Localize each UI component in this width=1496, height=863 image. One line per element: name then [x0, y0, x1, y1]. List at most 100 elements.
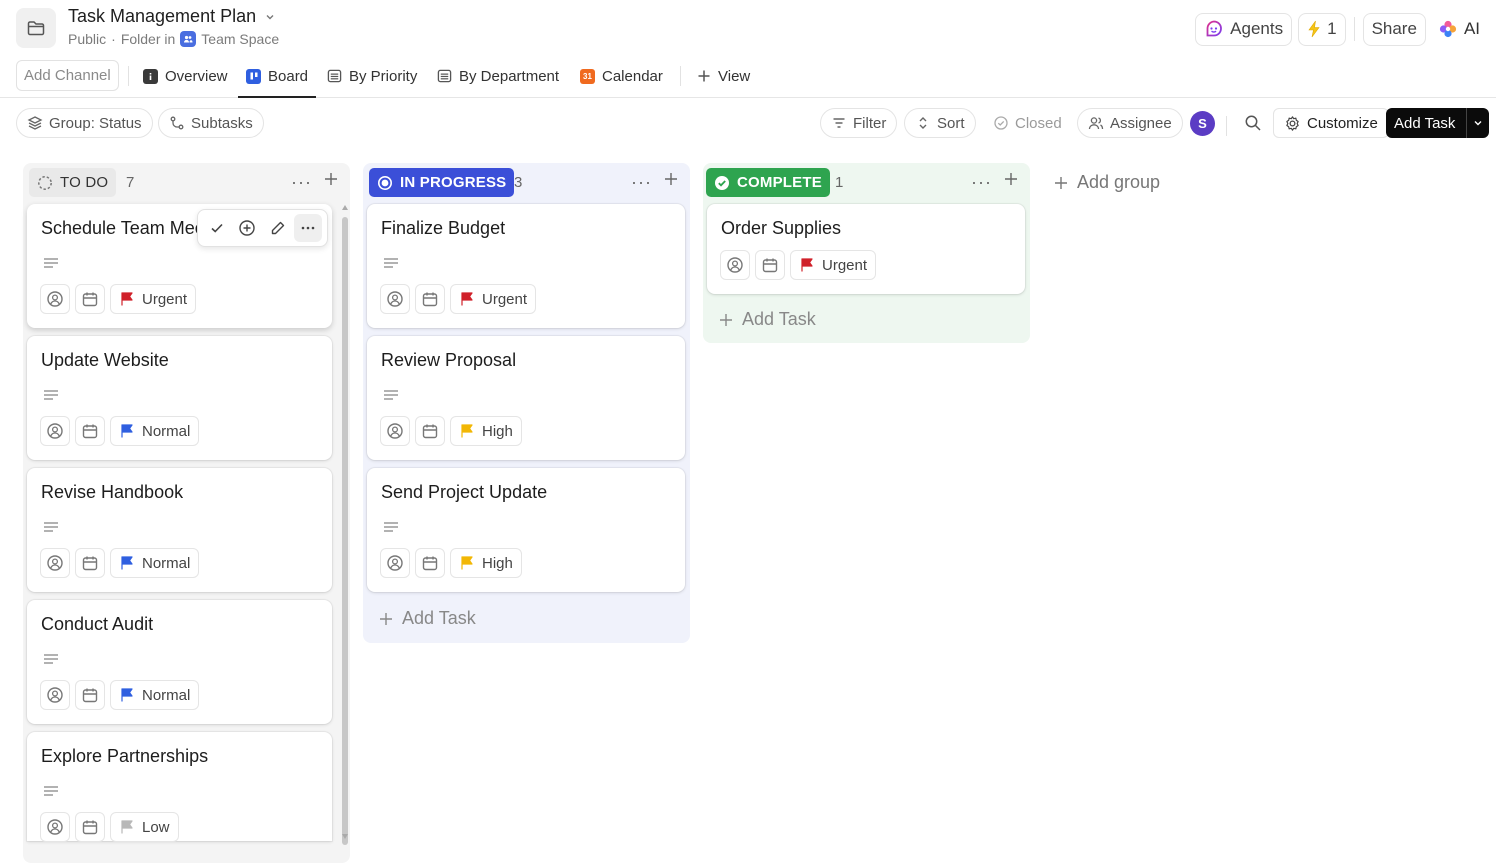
plus-icon[interactable] — [323, 171, 339, 187]
plus-icon[interactable] — [1003, 171, 1019, 187]
task-title[interactable]: Send Project Update — [381, 482, 547, 503]
task-card[interactable]: Explore Partnerships Low — [27, 732, 332, 842]
priority-badge[interactable]: Low — [110, 812, 179, 842]
priority-label: High — [482, 422, 513, 440]
ai-sparkle-icon — [1439, 20, 1457, 38]
priority-badge[interactable]: Normal — [110, 548, 200, 578]
lightning-count: 1 — [1327, 19, 1337, 38]
task-title[interactable]: Order Supplies — [721, 218, 841, 239]
team-space-icon — [180, 31, 197, 47]
plus-icon[interactable] — [663, 171, 679, 187]
task-card[interactable]: Send Project Update High — [367, 468, 685, 592]
assignee-icon[interactable] — [380, 284, 410, 314]
share-button[interactable]: Share — [1362, 12, 1426, 46]
priority-label: Normal — [142, 554, 191, 572]
folder-icon[interactable] — [16, 8, 56, 48]
task-title[interactable]: Schedule Team Meeting — [41, 218, 211, 239]
filter-button[interactable]: Filter — [820, 108, 898, 138]
task-card[interactable]: Update Website Normal — [27, 336, 332, 460]
task-title[interactable]: Conduct Audit — [41, 614, 153, 635]
tab-by-department[interactable]: By Department — [437, 58, 559, 94]
assignee-icon[interactable] — [40, 812, 70, 842]
more-icon[interactable]: ··· — [631, 172, 652, 193]
task-card[interactable]: Conduct Audit Normal — [27, 600, 332, 724]
subtasks-button[interactable]: Subtasks — [158, 108, 264, 138]
assignee-icon[interactable] — [40, 416, 70, 446]
check-icon[interactable] — [203, 214, 231, 242]
due-date-icon[interactable] — [75, 548, 105, 578]
status-badge[interactable]: COMPLETE — [706, 168, 830, 197]
task-card[interactable]: Order Supplies Urgent — [707, 204, 1025, 294]
scrollbar-thumb[interactable] — [342, 217, 348, 845]
due-date-icon[interactable] — [415, 416, 445, 446]
add-task-dropdown[interactable] — [1466, 108, 1489, 138]
page-title[interactable]: Task Management Plan — [68, 6, 276, 27]
tab-overview[interactable]: Overview — [143, 58, 228, 94]
task-title[interactable]: Revise Handbook — [41, 482, 183, 503]
task-card[interactable]: Revise Handbook Normal — [27, 468, 332, 592]
column-scrollbar[interactable] — [341, 205, 349, 845]
tab-by-priority[interactable]: By Priority — [327, 58, 417, 94]
more-icon[interactable] — [293, 214, 322, 242]
tab-board[interactable]: Board — [237, 58, 317, 98]
flag-icon — [121, 556, 133, 570]
tab-calendar[interactable]: 31 Calendar — [580, 58, 663, 94]
card-actions: High — [380, 548, 522, 578]
task-title[interactable]: Update Website — [41, 350, 169, 371]
task-title[interactable]: Finalize Budget — [381, 218, 505, 239]
priority-badge[interactable]: High — [450, 416, 522, 446]
due-date-icon[interactable] — [75, 680, 105, 710]
priority-badge[interactable]: Normal — [110, 680, 200, 710]
add-task-complete[interactable]: Add Task — [718, 309, 816, 330]
add-subtask-icon[interactable] — [233, 214, 261, 242]
priority-badge[interactable]: High — [450, 548, 522, 578]
assignee-icon[interactable] — [40, 680, 70, 710]
assignee-icon[interactable] — [380, 416, 410, 446]
customize-button[interactable]: Customize — [1273, 108, 1389, 138]
pencil-icon[interactable] — [264, 214, 292, 242]
space-link[interactable]: Team Space — [201, 31, 279, 47]
column-header: IN PROGRESS 3 ··· — [363, 163, 690, 203]
in-progress-icon — [378, 175, 392, 190]
ai-button[interactable]: AI — [1432, 19, 1486, 39]
task-title[interactable]: Review Proposal — [381, 350, 516, 371]
automations-button[interactable]: 1 — [1298, 12, 1346, 46]
more-icon[interactable]: ··· — [971, 172, 992, 193]
avatar[interactable]: S — [1190, 111, 1215, 136]
status-badge[interactable]: IN PROGRESS — [369, 168, 515, 197]
card-actions: Normal — [40, 548, 200, 578]
priority-badge[interactable]: Normal — [110, 416, 200, 446]
due-date-icon[interactable] — [755, 250, 785, 280]
due-date-icon[interactable] — [75, 284, 105, 314]
assignee-icon[interactable] — [40, 284, 70, 314]
priority-badge[interactable]: Urgent — [790, 250, 877, 280]
task-card[interactable]: Review Proposal High — [367, 336, 685, 460]
due-date-icon[interactable] — [75, 416, 105, 446]
add-task-in-progress[interactable]: Add Task — [378, 608, 476, 629]
due-date-icon[interactable] — [75, 812, 105, 842]
assignee-icon[interactable] — [720, 250, 750, 280]
closed-toggle[interactable]: Closed — [993, 108, 1062, 138]
sort-button[interactable]: Sort — [904, 108, 976, 138]
search-button[interactable] — [1237, 108, 1268, 138]
task-card[interactable]: Finalize Budget Urgent — [367, 204, 685, 328]
task-title[interactable]: Explore Partnerships — [41, 746, 208, 767]
group-status-button[interactable]: Group: Status — [16, 108, 153, 138]
due-date-icon[interactable] — [415, 548, 445, 578]
due-date-icon[interactable] — [415, 284, 445, 314]
assignee-label: Assignee — [1110, 114, 1172, 132]
add-group-button[interactable]: Add group — [1053, 172, 1160, 193]
add-view-button[interactable]: View — [697, 58, 750, 94]
add-task-button[interactable]: Add Task — [1386, 108, 1489, 138]
users-icon — [1088, 117, 1104, 130]
assignee-button[interactable]: Assignee — [1077, 108, 1183, 138]
agents-button[interactable]: Agents — [1195, 12, 1293, 46]
more-icon[interactable]: ··· — [291, 172, 312, 193]
status-badge[interactable]: TO DO — [29, 168, 117, 197]
priority-label: Normal — [142, 686, 191, 704]
assignee-icon[interactable] — [40, 548, 70, 578]
assignee-icon[interactable] — [380, 548, 410, 578]
priority-badge[interactable]: Urgent — [110, 284, 197, 314]
priority-badge[interactable]: Urgent — [450, 284, 537, 314]
add-channel-button[interactable]: Add Channel — [16, 60, 119, 91]
